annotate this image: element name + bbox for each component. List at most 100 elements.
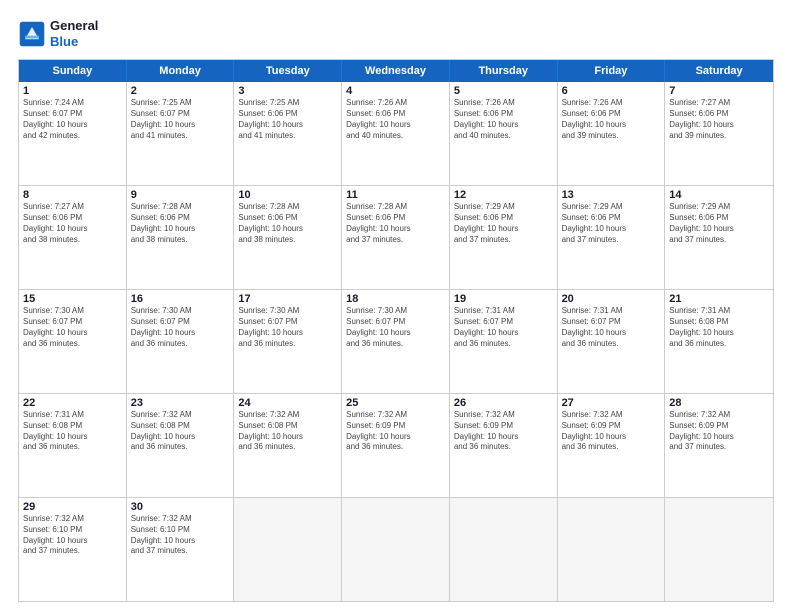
day-number: 12 — [454, 189, 553, 201]
header-sunday: Sunday — [19, 60, 127, 82]
calendar-cell: 26Sunrise: 7:32 AM Sunset: 6:09 PM Dayli… — [450, 394, 558, 497]
day-number: 7 — [669, 85, 769, 97]
day-info: Sunrise: 7:32 AM Sunset: 6:09 PM Dayligh… — [669, 410, 769, 453]
day-info: Sunrise: 7:32 AM Sunset: 6:08 PM Dayligh… — [238, 410, 337, 453]
day-number: 22 — [23, 397, 122, 409]
calendar-cell: 1Sunrise: 7:24 AM Sunset: 6:07 PM Daylig… — [19, 82, 127, 185]
calendar-cell: 27Sunrise: 7:32 AM Sunset: 6:09 PM Dayli… — [558, 394, 666, 497]
calendar-cell: 5Sunrise: 7:26 AM Sunset: 6:06 PM Daylig… — [450, 82, 558, 185]
calendar-cell: 19Sunrise: 7:31 AM Sunset: 6:07 PM Dayli… — [450, 290, 558, 393]
header-friday: Friday — [558, 60, 666, 82]
calendar-row-5: 29Sunrise: 7:32 AM Sunset: 6:10 PM Dayli… — [19, 498, 773, 601]
calendar-cell: 8Sunrise: 7:27 AM Sunset: 6:06 PM Daylig… — [19, 186, 127, 289]
calendar-cell: 29Sunrise: 7:32 AM Sunset: 6:10 PM Dayli… — [19, 498, 127, 601]
calendar-cell: 15Sunrise: 7:30 AM Sunset: 6:07 PM Dayli… — [19, 290, 127, 393]
day-info: Sunrise: 7:30 AM Sunset: 6:07 PM Dayligh… — [346, 306, 445, 349]
day-info: Sunrise: 7:32 AM Sunset: 6:09 PM Dayligh… — [454, 410, 553, 453]
logo-icon — [18, 20, 46, 48]
header: General Blue — [18, 18, 774, 49]
calendar-cell: 18Sunrise: 7:30 AM Sunset: 6:07 PM Dayli… — [342, 290, 450, 393]
day-info: Sunrise: 7:26 AM Sunset: 6:06 PM Dayligh… — [454, 98, 553, 141]
calendar-cell: 28Sunrise: 7:32 AM Sunset: 6:09 PM Dayli… — [665, 394, 773, 497]
calendar-body: 1Sunrise: 7:24 AM Sunset: 6:07 PM Daylig… — [19, 82, 773, 601]
day-number: 16 — [131, 293, 230, 305]
calendar-cell: 25Sunrise: 7:32 AM Sunset: 6:09 PM Dayli… — [342, 394, 450, 497]
calendar-cell: 11Sunrise: 7:28 AM Sunset: 6:06 PM Dayli… — [342, 186, 450, 289]
calendar-cell: 4Sunrise: 7:26 AM Sunset: 6:06 PM Daylig… — [342, 82, 450, 185]
day-number: 6 — [562, 85, 661, 97]
day-info: Sunrise: 7:32 AM Sunset: 6:10 PM Dayligh… — [131, 514, 230, 557]
calendar-cell: 6Sunrise: 7:26 AM Sunset: 6:06 PM Daylig… — [558, 82, 666, 185]
calendar-cell: 24Sunrise: 7:32 AM Sunset: 6:08 PM Dayli… — [234, 394, 342, 497]
calendar-row-3: 15 Sunrise: 7:30 AM Sunset: 6:07 PM Dayli… — [19, 290, 773, 394]
day-info: Sunrise: 7:26 AM Sunset: 6:06 PM Dayligh… — [346, 98, 445, 141]
day-number: 28 — [669, 397, 769, 409]
calendar-cell: 3Sunrise: 7:25 AM Sunset: 6:06 PM Daylig… — [234, 82, 342, 185]
header-wednesday: Wednesday — [342, 60, 450, 82]
day-number: 18 — [346, 293, 445, 305]
logo-text: General Blue — [50, 18, 98, 49]
day-number: 17 — [238, 293, 337, 305]
header-monday: Monday — [127, 60, 235, 82]
day-info: Sunrise: 7:25 AM Sunset: 6:07 PM Dayligh… — [131, 98, 230, 141]
calendar-cell: 10Sunrise: 7:28 AM Sunset: 6:06 PM Dayli… — [234, 186, 342, 289]
header-thursday: Thursday — [450, 60, 558, 82]
day-number: 26 — [454, 397, 553, 409]
day-number: 13 — [562, 189, 661, 201]
day-number: 24 — [238, 397, 337, 409]
logo: General Blue — [18, 18, 98, 49]
calendar-cell: 20Sunrise: 7:31 AM Sunset: 6:07 PM Dayli… — [558, 290, 666, 393]
day-number: 1 — [23, 85, 122, 97]
calendar-cell — [665, 498, 773, 601]
day-number: 10 — [238, 189, 337, 201]
calendar-cell: 9Sunrise: 7:28 AM Sunset: 6:06 PM Daylig… — [127, 186, 235, 289]
day-number: 25 — [346, 397, 445, 409]
day-number: 9 — [131, 189, 230, 201]
day-number: 5 — [454, 85, 553, 97]
calendar-cell: 17Sunrise: 7:30 AM Sunset: 6:07 PM Dayli… — [234, 290, 342, 393]
day-info: Sunrise: 7:31 AM Sunset: 6:08 PM Dayligh… — [23, 410, 122, 453]
day-number: 8 — [23, 189, 122, 201]
day-number: 15 — [23, 293, 122, 305]
day-number: 2 — [131, 85, 230, 97]
day-info: Sunrise: 7:30 AM Sunset: 6:07 PM Dayligh… — [131, 306, 230, 349]
day-number: 20 — [562, 293, 661, 305]
calendar-cell: 21Sunrise: 7:31 AM Sunset: 6:08 PM Dayli… — [665, 290, 773, 393]
calendar-row-2: 8Sunrise: 7:27 AM Sunset: 6:06 PM Daylig… — [19, 186, 773, 290]
calendar-cell: 12Sunrise: 7:29 AM Sunset: 6:06 PM Dayli… — [450, 186, 558, 289]
page: General Blue SundayMondayTuesdayWednesda… — [0, 0, 792, 612]
day-info: Sunrise: 7:29 AM Sunset: 6:06 PM Dayligh… — [562, 202, 661, 245]
day-info: Sunrise: 7:32 AM Sunset: 6:08 PM Dayligh… — [131, 410, 230, 453]
calendar-header: SundayMondayTuesdayWednesdayThursdayFrid… — [19, 60, 773, 82]
day-info: Sunrise: 7:27 AM Sunset: 6:06 PM Dayligh… — [23, 202, 122, 245]
day-info: Sunrise: 7:31 AM Sunset: 6:07 PM Dayligh… — [454, 306, 553, 349]
day-info: Sunrise: 7:29 AM Sunset: 6:06 PM Dayligh… — [669, 202, 769, 245]
day-info: Sunrise: 7:28 AM Sunset: 6:06 PM Dayligh… — [131, 202, 230, 245]
calendar-cell — [342, 498, 450, 601]
calendar-cell — [234, 498, 342, 601]
calendar: SundayMondayTuesdayWednesdayThursdayFrid… — [18, 59, 774, 602]
day-number: 14 — [669, 189, 769, 201]
day-number: 4 — [346, 85, 445, 97]
day-info: Sunrise: 7:32 AM Sunset: 6:09 PM Dayligh… — [562, 410, 661, 453]
day-info: Sunrise: 7:32 AM Sunset: 6:09 PM Dayligh… — [346, 410, 445, 453]
calendar-cell: 13Sunrise: 7:29 AM Sunset: 6:06 PM Dayli… — [558, 186, 666, 289]
day-info: Sunrise: 7:26 AM Sunset: 6:06 PM Dayligh… — [562, 98, 661, 141]
day-info: Sunrise: 7:25 AM Sunset: 6:06 PM Dayligh… — [238, 98, 337, 141]
day-number: 29 — [23, 501, 122, 513]
day-info: Sunrise: 7:28 AM Sunset: 6:06 PM Dayligh… — [346, 202, 445, 245]
day-info: Sunrise: 7:32 AM Sunset: 6:10 PM Dayligh… — [23, 514, 122, 557]
day-info: Sunrise: 7:24 AM Sunset: 6:07 PM Dayligh… — [23, 98, 122, 141]
calendar-row-1: 1Sunrise: 7:24 AM Sunset: 6:07 PM Daylig… — [19, 82, 773, 186]
header-tuesday: Tuesday — [234, 60, 342, 82]
calendar-cell: 14Sunrise: 7:29 AM Sunset: 6:06 PM Dayli… — [665, 186, 773, 289]
header-saturday: Saturday — [665, 60, 773, 82]
day-number: 19 — [454, 293, 553, 305]
calendar-cell: 30Sunrise: 7:32 AM Sunset: 6:10 PM Dayli… — [127, 498, 235, 601]
calendar-cell: 23Sunrise: 7:32 AM Sunset: 6:08 PM Dayli… — [127, 394, 235, 497]
day-info: Sunrise: 7:31 AM Sunset: 6:07 PM Dayligh… — [562, 306, 661, 349]
day-number: 30 — [131, 501, 230, 513]
calendar-row-4: 22Sunrise: 7:31 AM Sunset: 6:08 PM Dayli… — [19, 394, 773, 498]
day-number: 27 — [562, 397, 661, 409]
calendar-cell — [450, 498, 558, 601]
